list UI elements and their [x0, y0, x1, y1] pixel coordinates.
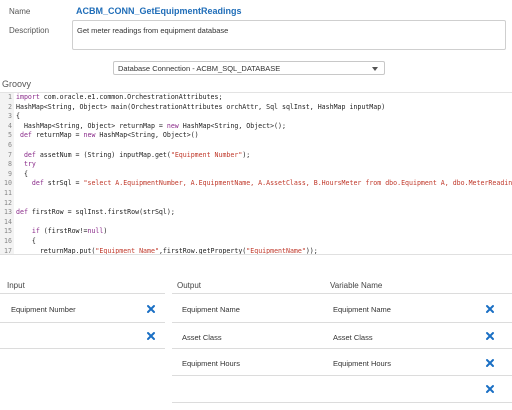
input-row-2-divider — [0, 348, 165, 349]
description-text: Get meter readings from equipment databa… — [77, 26, 229, 35]
line-number: 12 — [4, 198, 12, 207]
code-token: try — [16, 160, 36, 169]
output-header: Output — [177, 281, 202, 290]
code-token: (firstRow!= — [39, 227, 88, 236]
output-row-2-divider — [172, 348, 512, 349]
output-row-1-variable[interactable]: Equipment Name — [333, 305, 391, 314]
code-token: HashMap<String, Object> main(Orchestrati… — [16, 102, 386, 111]
code-line: HashMap<String, Object> returnMap = new … — [16, 122, 512, 132]
code-token: def — [16, 131, 32, 140]
line-number: 9 — [8, 169, 12, 178]
code-token: HashMap<String, Object> returnMap = — [16, 121, 167, 130]
chevron-down-icon — [372, 67, 378, 71]
section-divider — [0, 254, 512, 255]
input-header: Input — [7, 281, 25, 290]
output-header-divider — [172, 293, 512, 294]
name-label: Name — [9, 7, 31, 16]
database-connection-select[interactable]: Database Connection - ACBM_SQL_DATABASE — [113, 61, 385, 75]
code-line: def firstRow = sqlInst.firstRow(strSql); — [16, 208, 512, 218]
code-token: returnMap = — [31, 131, 84, 140]
line-number: 6 — [8, 140, 12, 149]
orchestration-name[interactable]: ACBM_CONN_GetEquipmentReadings — [76, 6, 242, 16]
code-line: try — [16, 160, 512, 170]
description-field[interactable]: Get meter readings from equipment databa… — [72, 20, 506, 50]
code-token: def — [16, 208, 28, 217]
line-number: 3 — [8, 112, 12, 121]
groovy-editor-label: Groovy — [2, 79, 32, 89]
close-x-icon[interactable] — [485, 331, 495, 341]
line-number: 11 — [4, 188, 12, 197]
code-token: "select A.EquipmentNumber, A.EquipmentNa… — [83, 179, 512, 188]
code-token: { — [16, 112, 20, 121]
code-token: if — [16, 227, 40, 236]
code-token: null — [87, 227, 104, 236]
output-row-3-name[interactable]: Equipment Hours — [182, 359, 240, 368]
code-token: assetNum = (String) inputMap.get( — [35, 150, 171, 159]
close-x-icon[interactable] — [485, 304, 495, 314]
close-x-icon[interactable] — [146, 304, 156, 314]
line-number: 14 — [4, 217, 12, 226]
line-number-gutter: 1 2 3 4 5 6 7 8 9 10 11 12 13 14 15 16 17 — [0, 93, 14, 255]
close-x-icon[interactable] — [485, 384, 495, 394]
code-token: def — [16, 179, 44, 188]
code-token: "Equipment Number" — [170, 150, 243, 159]
close-x-icon[interactable] — [485, 358, 495, 368]
code-token: import — [16, 93, 40, 101]
line-number: 4 — [8, 121, 12, 130]
line-number: 13 — [4, 208, 12, 217]
code-token: new — [166, 121, 179, 130]
input-header-divider — [0, 293, 165, 294]
line-number: 16 — [4, 236, 12, 245]
input-row-1-divider — [0, 322, 165, 323]
code-content: import com.oracle.e1.common.Orchestratio… — [16, 93, 512, 255]
line-number: 10 — [4, 179, 12, 188]
description-label: Description — [9, 26, 50, 35]
output-row-3-divider — [172, 375, 512, 376]
code-token: def — [16, 150, 36, 159]
code-line: def assetNum = (String) inputMap.get("Eq… — [16, 151, 512, 161]
code-token: { — [16, 169, 28, 178]
output-row-3-variable[interactable]: Equipment Hours — [333, 359, 391, 368]
code-token: ) — [103, 227, 108, 236]
output-row-2-variable[interactable]: Asset Class — [333, 333, 373, 342]
code-token: strSql = — [43, 179, 84, 188]
line-number: 2 — [8, 102, 12, 111]
output-row-4-divider — [172, 402, 512, 403]
output-row-1-divider — [172, 322, 512, 323]
code-token: HashMap<String, Object>() — [95, 131, 199, 140]
database-connection-value: Database Connection - ACBM_SQL_DATABASE — [118, 64, 281, 73]
line-number: 8 — [8, 160, 12, 169]
code-line: { — [16, 237, 512, 247]
groovy-code-editor[interactable]: 1 2 3 4 5 6 7 8 9 10 11 12 13 14 15 16 17 import com.ora… — [0, 92, 512, 255]
line-number: 15 — [4, 227, 12, 236]
code-line: { — [16, 112, 512, 122]
code-line: { — [16, 170, 512, 180]
code-token: { — [16, 236, 36, 245]
code-token: ); — [242, 150, 251, 159]
line-number: 1 — [8, 93, 12, 101]
output-row-1-name[interactable]: Equipment Name — [182, 305, 240, 314]
close-x-icon[interactable] — [146, 331, 156, 341]
code-token: HashMap<String, Object>(); — [178, 121, 286, 130]
line-number: 7 — [8, 150, 12, 159]
variable-name-header: Variable Name — [330, 281, 383, 290]
code-line: HashMap<String, Object> main(Orchestrati… — [16, 103, 512, 113]
code-line: if (firstRow!=null) — [16, 227, 512, 237]
code-token: firstRow = sqlInst.firstRow(strSql); — [27, 208, 175, 217]
code-line: def strSql = "select A.EquipmentNumber, … — [16, 179, 512, 189]
code-line: import com.oracle.e1.common.Orchestratio… — [16, 93, 512, 103]
line-number: 5 — [8, 131, 12, 140]
output-row-2-name[interactable]: Asset Class — [182, 333, 222, 342]
input-row-1-value[interactable]: Equipment Number — [11, 305, 76, 314]
code-token: new — [83, 131, 96, 140]
code-token: com.oracle.e1.common.OrchestrationAttrib… — [39, 93, 223, 101]
code-line: def returnMap = new HashMap<String, Obje… — [16, 131, 512, 141]
